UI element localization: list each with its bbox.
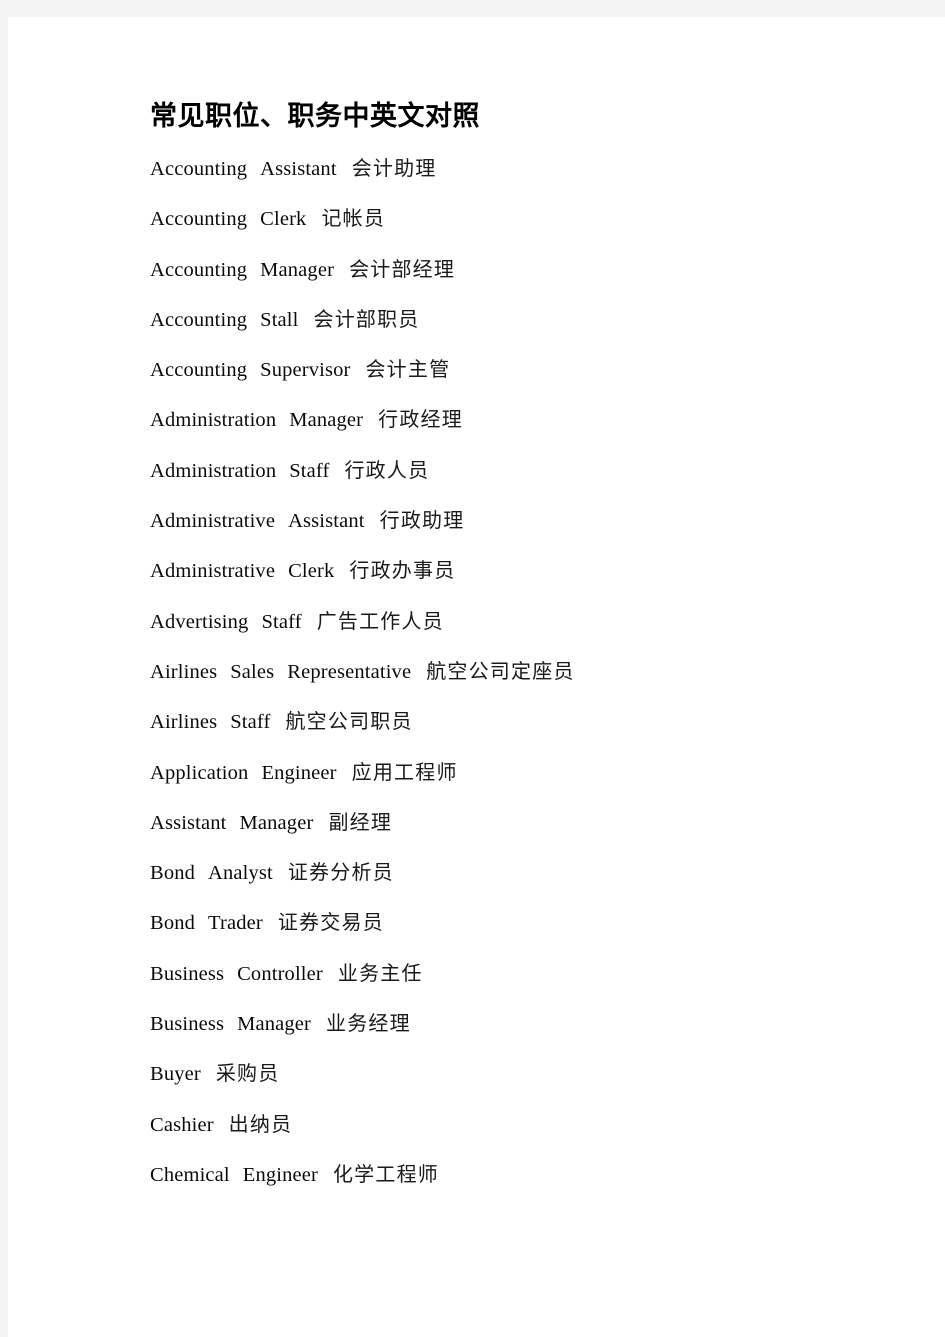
entry-english-term: Accounting [150,359,248,382]
entry-english-term: Clerk [288,560,335,583]
entry-english-term: Sales [230,660,275,683]
entry-english-term: Business [150,1013,225,1036]
entry-chinese-term: 记帐员 [321,206,386,231]
list-item: Advertising Staff 广告工作人员 [150,597,850,647]
entry-english-term: Representative [287,660,412,683]
entry-chinese-term: 行政办事员 [349,558,456,583]
entry-chinese-term: 会计部经理 [349,256,456,281]
entry-chinese-term: 行政经理 [378,407,463,432]
list-item: Administration Staff 行政人员 [150,446,850,496]
entry-english-term: Staff [289,459,330,482]
entry-english-term: Administrative [150,510,276,533]
list-item: Buyer 采购员 [150,1049,850,1099]
entry-english-term: Assistant [260,158,337,180]
entry-chinese-term: 应用工程师 [351,759,458,784]
page-title: 常见职位、职务中英文对照 [150,101,480,132]
entry-english-term: Accounting [150,208,248,231]
list-item: Accounting Clerk 记帐员 [150,194,850,244]
entry-chinese-term: 采购员 [215,1061,280,1086]
list-item: Bond Trader 证券交易员 [150,898,850,948]
entry-english-term: Manager [237,1013,312,1036]
list-item: Accounting Supervisor 会计主管 [150,345,850,395]
entry-english-term: Accounting [150,158,248,180]
entry-english-term: Engineer [242,1163,318,1186]
entry-english-term: Manager [289,409,364,432]
entry-chinese-term: 业务经理 [326,1011,411,1036]
entry-chinese-term: 会计部职员 [313,306,420,331]
entry-chinese-term: 化学工程师 [332,1161,439,1186]
entry-english-term: Application [150,761,249,784]
list-item: Accounting Manager 会计部经理 [150,245,850,295]
entry-english-term: Assistant [150,811,227,834]
entry-chinese-term: 业务主任 [337,960,423,985]
list-item: Bond Analyst 证券分析员 [150,848,850,898]
entry-english-term: Buyer [150,1063,201,1086]
list-item: Administrative Assistant 行政助理 [150,496,850,546]
list-item: Assistant Manager 副经理 [150,798,850,848]
entry-english-term: Manager [260,258,335,281]
entry-chinese-term: 会计助理 [351,156,437,180]
list-item: Business Manager 业务经理 [150,999,850,1049]
list-item: Administration Manager 行政经理 [150,395,850,445]
entry-chinese-term: 出纳员 [228,1111,293,1136]
entry-english-term: Assistant [288,510,365,533]
document-body: 常见职位、职务中英文对照 Accounting Assistant 会计助理 Acco… [150,95,850,1200]
list-item: Accounting Assistant 会计助理 [150,144,850,194]
entry-chinese-term: 证券交易员 [277,910,384,935]
entry-english-term: Engineer [261,761,337,784]
entry-chinese-term: 会计主管 [365,357,451,382]
entry-english-term: Stall [260,308,299,331]
entry-english-term: Chemical [150,1163,230,1186]
list-item: Airlines Staff 航空公司职员 [150,697,850,747]
entry-english-term: Controller [237,962,323,985]
entry-english-term: Airlines [150,660,218,683]
entry-english-term: Administration [150,459,277,482]
entry-english-term: Bond [150,862,196,885]
list-item: Cashier 出纳员 [150,1100,850,1150]
list-item: Chemical Engineer 化学工程师 [150,1150,850,1200]
entry-english-term: Manager [239,811,314,834]
entry-chinese-term: 航空公司职员 [285,709,413,734]
list-item: Administrative Clerk 行政办事员 [150,546,850,596]
entry-english-term: Bond [150,912,196,935]
entry-chinese-term: 行政人员 [344,457,430,482]
entry-english-term: Administrative [150,560,276,583]
entry-english-term: Clerk [260,208,307,231]
entry-chinese-term: 航空公司定座员 [426,658,575,683]
entry-chinese-term: 证券分析员 [287,860,394,885]
list-item: Business Controller 业务主任 [150,949,850,999]
entry-english-term: Staff [261,610,302,633]
entry-english-term: Staff [230,711,271,734]
entry-english-term: Accounting [150,308,248,331]
entry-chinese-term: 副经理 [328,809,393,834]
entry-english-term: Accounting [150,258,248,281]
entry-english-term: Analyst [208,862,273,885]
document-viewer: 常见职位、职务中英文对照 Accounting Assistant 会计助理 Acco… [0,0,945,1337]
entry-english-term: Administration [150,409,277,432]
entry-english-term: Trader [208,912,263,935]
entry-english-term: Cashier [150,1113,214,1136]
list-item: Accounting Stall 会计部职员 [150,295,850,345]
list-item: Application Engineer 应用工程师 [150,748,850,798]
list-item: Airlines Sales Representative 航空公司定座员 [150,647,850,697]
entry-chinese-term: 广告工作人员 [316,608,444,633]
job-title-list: Accounting Assistant 会计助理 Accounting Clerk 记帐… [150,144,850,1200]
entry-english-term: Advertising [150,610,249,633]
document-page: 常见职位、职务中英文对照 Accounting Assistant 会计助理 Acco… [8,17,945,1337]
entry-chinese-term: 行政助理 [379,508,465,533]
entry-english-term: Airlines [150,711,218,734]
entry-english-term: Supervisor [260,359,351,382]
entry-english-term: Business [150,962,225,985]
